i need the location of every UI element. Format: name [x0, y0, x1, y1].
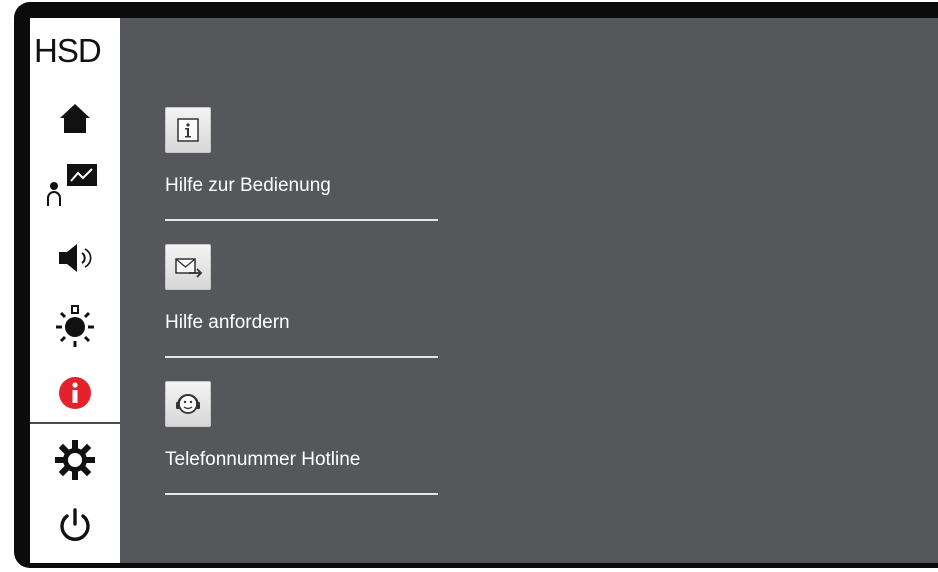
sidebar-item-brightness[interactable] [30, 296, 120, 356]
sidebar-item-home[interactable] [30, 88, 120, 148]
menu-divider [165, 493, 438, 495]
menu-label: Hilfe anfordern [165, 312, 290, 333]
sidebar-divider [30, 422, 120, 424]
power-icon [60, 508, 90, 541]
hsd-logo: HSD [34, 32, 102, 69]
info-document-icon [165, 107, 211, 153]
home-icon [60, 104, 90, 133]
sidebar-item-info[interactable] [30, 363, 120, 423]
sidebar: HSD [30, 18, 120, 563]
headset-support-icon [165, 381, 211, 427]
envelope-send-icon [165, 244, 211, 290]
sidebar-item-volume[interactable] [30, 228, 120, 288]
person-chart-icon [47, 164, 97, 206]
menu-label: Hilfe zur Bedienung [165, 175, 331, 196]
info-icon [59, 377, 91, 409]
menu-label: Telefonnummer Hotline [165, 449, 361, 470]
menu-divider [165, 356, 438, 358]
menu-divider [165, 219, 438, 221]
screen: HSD Hilfe zur Bedienung Hilfe anfordern … [30, 18, 938, 563]
settings-gear-icon [55, 440, 95, 480]
speaker-icon [59, 244, 92, 272]
sidebar-item-power[interactable] [30, 496, 120, 556]
sidebar-item-monitoring[interactable] [30, 153, 120, 213]
brightness-icon [56, 305, 94, 347]
sidebar-item-settings[interactable] [30, 430, 120, 490]
